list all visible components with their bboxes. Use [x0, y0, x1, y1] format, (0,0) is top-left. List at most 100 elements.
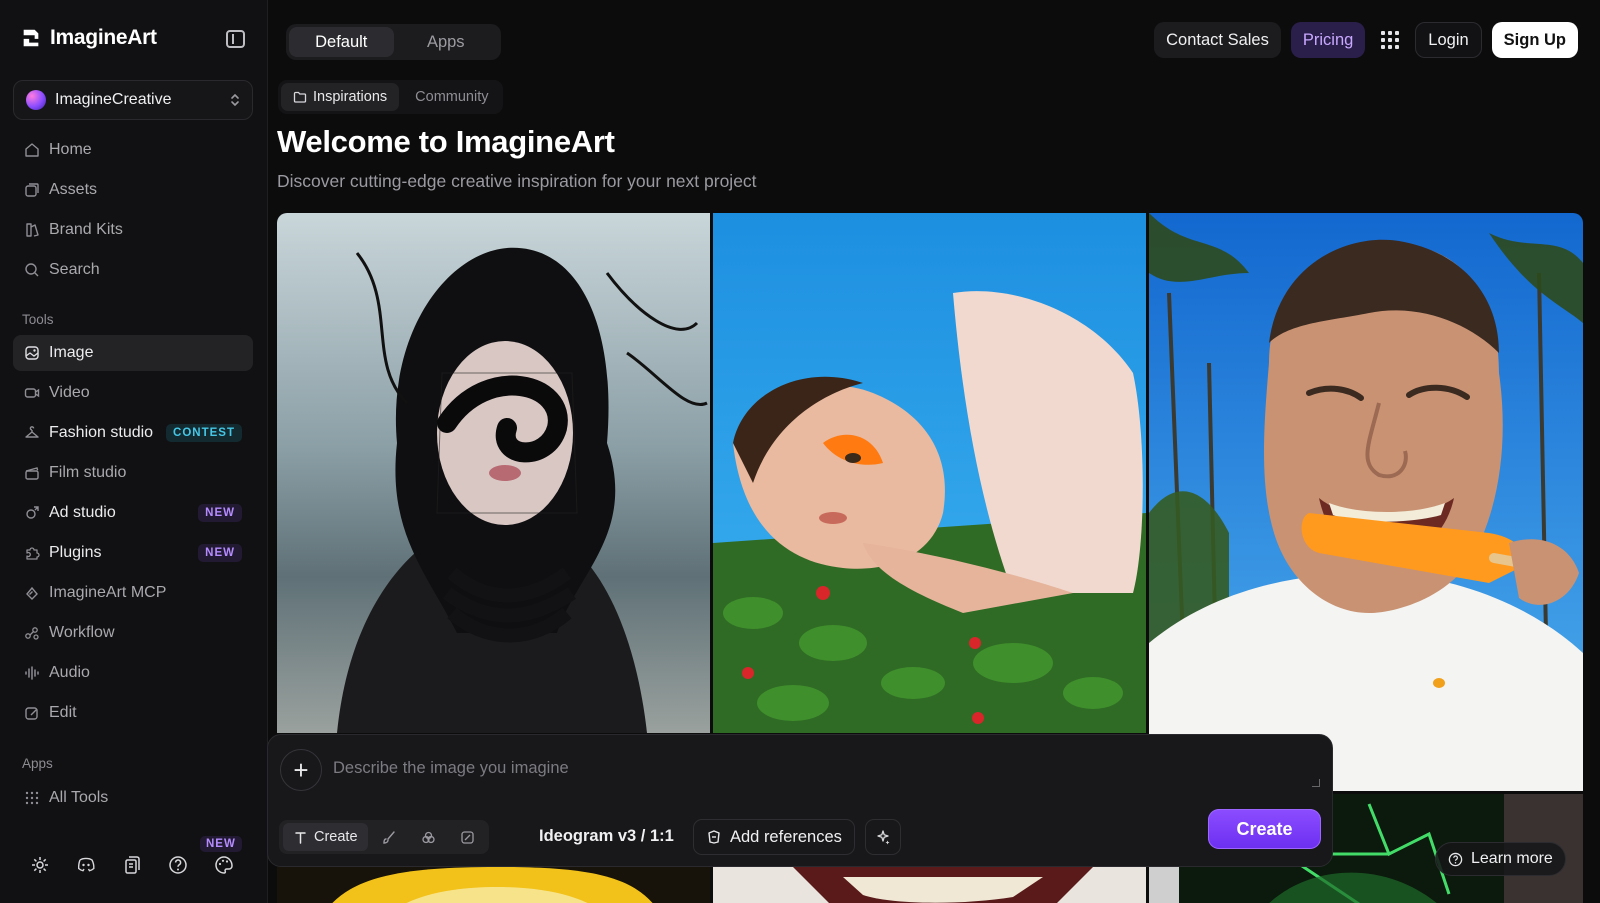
- mode-toggle: Default Apps: [286, 24, 501, 60]
- page-title: Welcome to ImagineArt: [277, 124, 615, 159]
- ad-icon: [24, 505, 40, 521]
- sidebar-item-label: Edit: [49, 704, 77, 721]
- gallery-image[interactable]: [713, 867, 1146, 903]
- mode-brush-button[interactable]: [372, 823, 407, 851]
- sidebar-item-label: Image: [49, 344, 94, 361]
- sidebar-item-all-tools[interactable]: All Tools: [13, 780, 253, 816]
- discord-icon[interactable]: [76, 855, 96, 875]
- section-title-tools: Tools: [22, 312, 54, 327]
- gallery-image[interactable]: [277, 213, 710, 733]
- page-subtitle: Discover cutting-edge creative inspirati…: [277, 171, 757, 191]
- mode-create-button[interactable]: Create: [283, 823, 368, 851]
- sidebar-item-video[interactable]: Video: [13, 375, 253, 411]
- sidebar-toggle-icon[interactable]: [226, 30, 245, 48]
- prompt-input[interactable]: [333, 759, 1233, 778]
- section-title-apps: Apps: [22, 756, 53, 771]
- workspace-name: ImagineCreative: [55, 91, 172, 108]
- sidebar-item-label: ImagineArt MCP: [49, 584, 167, 601]
- tab-label: Community: [415, 89, 489, 105]
- style-icon: [421, 831, 435, 843]
- add-references-button[interactable]: Add references: [693, 819, 855, 855]
- sidebar-item-search[interactable]: Search: [13, 252, 253, 288]
- palette-icon[interactable]: [214, 855, 234, 875]
- magic-enhance-button[interactable]: [865, 819, 901, 855]
- workflow-icon: [24, 625, 40, 641]
- search-icon: [24, 262, 40, 278]
- mode-apps-button[interactable]: Apps: [394, 27, 499, 57]
- sidebar-item-ad-studio[interactable]: Ad studio NEW: [13, 495, 253, 531]
- text-icon: [295, 831, 306, 844]
- model-selector[interactable]: Ideogram v3 / 1:1: [539, 827, 674, 846]
- sidebar-footer: [30, 855, 234, 875]
- mode-default-button[interactable]: Default: [289, 27, 394, 57]
- image-edit-icon: [460, 830, 474, 844]
- image-icon: [24, 345, 40, 361]
- learn-more-button[interactable]: Learn more: [1435, 842, 1566, 876]
- sidebar-item-home[interactable]: Home: [13, 132, 253, 168]
- signup-button[interactable]: Sign Up: [1491, 22, 1578, 58]
- sidebar-item-edit[interactable]: Edit: [13, 695, 253, 731]
- sidebar-item-label: Brand Kits: [49, 221, 123, 238]
- sidebar-item-fashion-studio[interactable]: Fashion studio CONTEST: [13, 415, 253, 451]
- new-badge: NEW: [200, 836, 242, 852]
- nav-apps: All Tools: [13, 780, 253, 820]
- gallery-image[interactable]: [277, 867, 710, 903]
- sidebar-item-label: Search: [49, 261, 100, 278]
- sidebar-item-plugins[interactable]: Plugins NEW: [13, 535, 253, 571]
- references-icon: [708, 830, 720, 844]
- learn-more-label: Learn more: [1471, 850, 1553, 867]
- contest-badge: CONTEST: [166, 424, 242, 442]
- gallery-image[interactable]: [713, 213, 1146, 733]
- docs-icon[interactable]: [122, 855, 142, 875]
- grid-icon: [24, 790, 40, 806]
- sidebar-item-label: Ad studio: [49, 504, 116, 521]
- sidebar-item-label: Home: [49, 141, 92, 158]
- resize-handle-icon[interactable]: [1312, 779, 1320, 787]
- brush-icon: [382, 830, 395, 844]
- sidebar-item-imagineart-mcp[interactable]: ImagineArt MCP: [13, 575, 253, 611]
- sidebar-item-assets[interactable]: Assets: [13, 172, 253, 208]
- brand[interactable]: ImagineArt: [20, 26, 157, 50]
- imagineart-logo-icon: [23, 29, 39, 47]
- audio-icon: [24, 665, 40, 681]
- new-badge: NEW: [198, 504, 242, 522]
- sidebar-item-film-studio[interactable]: Film studio: [13, 455, 253, 491]
- sidebar-item-audio[interactable]: Audio: [13, 655, 253, 691]
- mode-create-label: Create: [314, 829, 358, 845]
- help-icon[interactable]: [168, 855, 188, 875]
- apps-grid-icon[interactable]: [1375, 22, 1405, 58]
- tab-community[interactable]: Community: [403, 83, 500, 111]
- mode-style-button[interactable]: [411, 823, 446, 851]
- gallery-image[interactable]: [1149, 213, 1583, 791]
- sidebar-item-label: Assets: [49, 181, 98, 198]
- login-button[interactable]: Login: [1415, 22, 1482, 58]
- create-button[interactable]: Create: [1208, 809, 1321, 849]
- new-badge: NEW: [198, 544, 242, 562]
- nav-tools: Image Video Fashion studio CONTEST Film …: [13, 335, 253, 735]
- edit-icon: [24, 705, 40, 721]
- sidebar-item-label: Fashion studio: [49, 424, 154, 441]
- workspace-switcher[interactable]: ImagineCreative: [13, 80, 253, 120]
- settings-icon[interactable]: [30, 855, 50, 875]
- assets-icon: [24, 182, 40, 198]
- add-attachment-button[interactable]: +: [280, 749, 322, 791]
- mode-image-button[interactable]: [450, 823, 485, 851]
- tab-inspirations[interactable]: Inspirations: [281, 83, 400, 111]
- help-circle-icon: [1448, 852, 1463, 866]
- tab-label: Inspirations: [313, 89, 388, 105]
- clapper-icon: [24, 465, 40, 481]
- sidebar-item-workflow[interactable]: Workflow: [13, 615, 253, 651]
- chevron-up-down-icon: [230, 92, 240, 108]
- pricing-button[interactable]: Pricing: [1290, 22, 1366, 58]
- sidebar-item-image[interactable]: Image: [13, 335, 253, 371]
- sidebar-item-brand-kits[interactable]: Brand Kits: [13, 212, 253, 248]
- video-icon: [24, 385, 40, 401]
- sidebar-item-label: Workflow: [49, 624, 115, 641]
- sidebar-item-label: Film studio: [49, 464, 127, 481]
- contact-sales-button[interactable]: Contact Sales: [1154, 22, 1281, 58]
- sidebar-item-label: Video: [49, 384, 90, 401]
- home-icon: [24, 142, 40, 158]
- content-tabs: Inspirations Community: [278, 80, 504, 114]
- sidebar: ImagineArt ImagineCreative Home Assets B…: [0, 0, 268, 903]
- nav-main: Home Assets Brand Kits Search: [13, 132, 253, 292]
